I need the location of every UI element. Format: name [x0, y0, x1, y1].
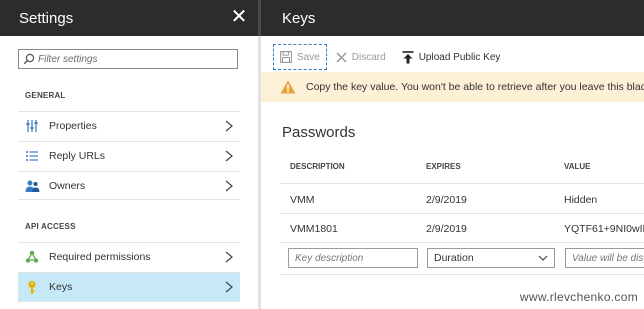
settings-item-owners[interactable]: Owners: [18, 171, 240, 200]
chevron-right-icon: [225, 120, 233, 132]
discard-button[interactable]: Discard: [330, 44, 392, 70]
key-description-placeholder: Key description: [295, 252, 364, 264]
filter-settings-input[interactable]: [38, 53, 228, 65]
table-divider: [280, 274, 644, 275]
row-description: VMM: [290, 194, 315, 206]
save-icon: [280, 51, 292, 63]
keys-header: Keys: [261, 0, 644, 36]
chevron-right-icon: [225, 281, 233, 293]
filter-settings-field[interactable]: [18, 49, 238, 69]
settings-item-label: Owners: [49, 179, 86, 192]
chevron-right-icon: [225, 180, 233, 192]
settings-header: Settings ✕: [0, 0, 258, 36]
upload-icon: [402, 50, 414, 63]
row-value[interactable]: YQTF61+9NI0wIE: [564, 223, 644, 235]
chevron-right-icon: [225, 150, 233, 162]
table-divider: [280, 242, 644, 243]
settings-item-label: Reply URLs: [49, 150, 106, 162]
keys-pane: Keys Save Discard Upload Public Key Copy…: [261, 0, 644, 309]
settings-item-reply-urls[interactable]: Reply URLs: [18, 141, 240, 170]
warning-banner: Copy the key value. You won't be able to…: [261, 72, 644, 102]
warning-text: Copy the key value. You won't be able to…: [306, 81, 644, 93]
close-icon[interactable]: ✕: [228, 6, 250, 28]
settings-item-properties[interactable]: Properties: [18, 111, 240, 140]
settings-item-keys[interactable]: Keys: [18, 272, 240, 302]
reply-urls-icon: [24, 148, 40, 164]
settings-item-required-permissions[interactable]: Required permissions: [18, 242, 240, 271]
upload-public-key-button[interactable]: Upload Public Key: [396, 44, 507, 70]
chevron-right-icon: [225, 251, 233, 263]
row-expires: 2/9/2019: [426, 194, 467, 206]
api-access-section-label: API ACCESS: [25, 222, 76, 231]
duration-value: Duration: [434, 252, 474, 264]
owners-icon: [24, 178, 40, 194]
properties-icon: [24, 118, 40, 134]
chevron-down-icon: [538, 255, 548, 261]
settings-pane: Settings ✕ GENERAL Properties: [0, 0, 258, 309]
row-expires: 2/9/2019: [426, 223, 467, 235]
settings-title: Settings: [19, 9, 74, 27]
upload-public-key-label: Upload Public Key: [418, 51, 501, 63]
general-section-label: GENERAL: [25, 91, 66, 100]
column-header-description: DESCRIPTION: [290, 162, 345, 171]
save-button[interactable]: Save: [273, 44, 327, 70]
search-icon: [23, 53, 35, 65]
key-value-field[interactable]: Value will be dis: [565, 248, 644, 268]
table-divider: [280, 213, 644, 214]
save-label: Save: [297, 51, 320, 63]
passwords-section-title: Passwords: [282, 124, 356, 141]
watermark-text: www.rlevchenko.com: [519, 290, 638, 304]
column-header-value: VALUE: [564, 162, 591, 171]
warning-icon: [280, 80, 296, 94]
discard-x-icon: [336, 51, 347, 63]
key-value-placeholder: Value will be dis: [572, 252, 644, 264]
settings-item-label: Properties: [49, 120, 97, 132]
row-description: VMM1801: [290, 223, 338, 235]
duration-select[interactable]: Duration: [427, 248, 555, 268]
settings-item-label: Keys: [49, 281, 73, 293]
discard-label: Discard: [351, 51, 386, 63]
key-icon: [24, 279, 40, 295]
permissions-icon: [24, 249, 40, 265]
settings-item-label: Required permissions: [49, 251, 151, 263]
keys-title: Keys: [282, 9, 316, 27]
column-header-expires: EXPIRES: [426, 162, 461, 171]
keys-toolbar: Save Discard Upload Public Key: [273, 43, 506, 71]
table-divider: [280, 183, 644, 184]
row-value: Hidden: [564, 194, 598, 206]
key-description-input[interactable]: Key description: [288, 248, 418, 268]
